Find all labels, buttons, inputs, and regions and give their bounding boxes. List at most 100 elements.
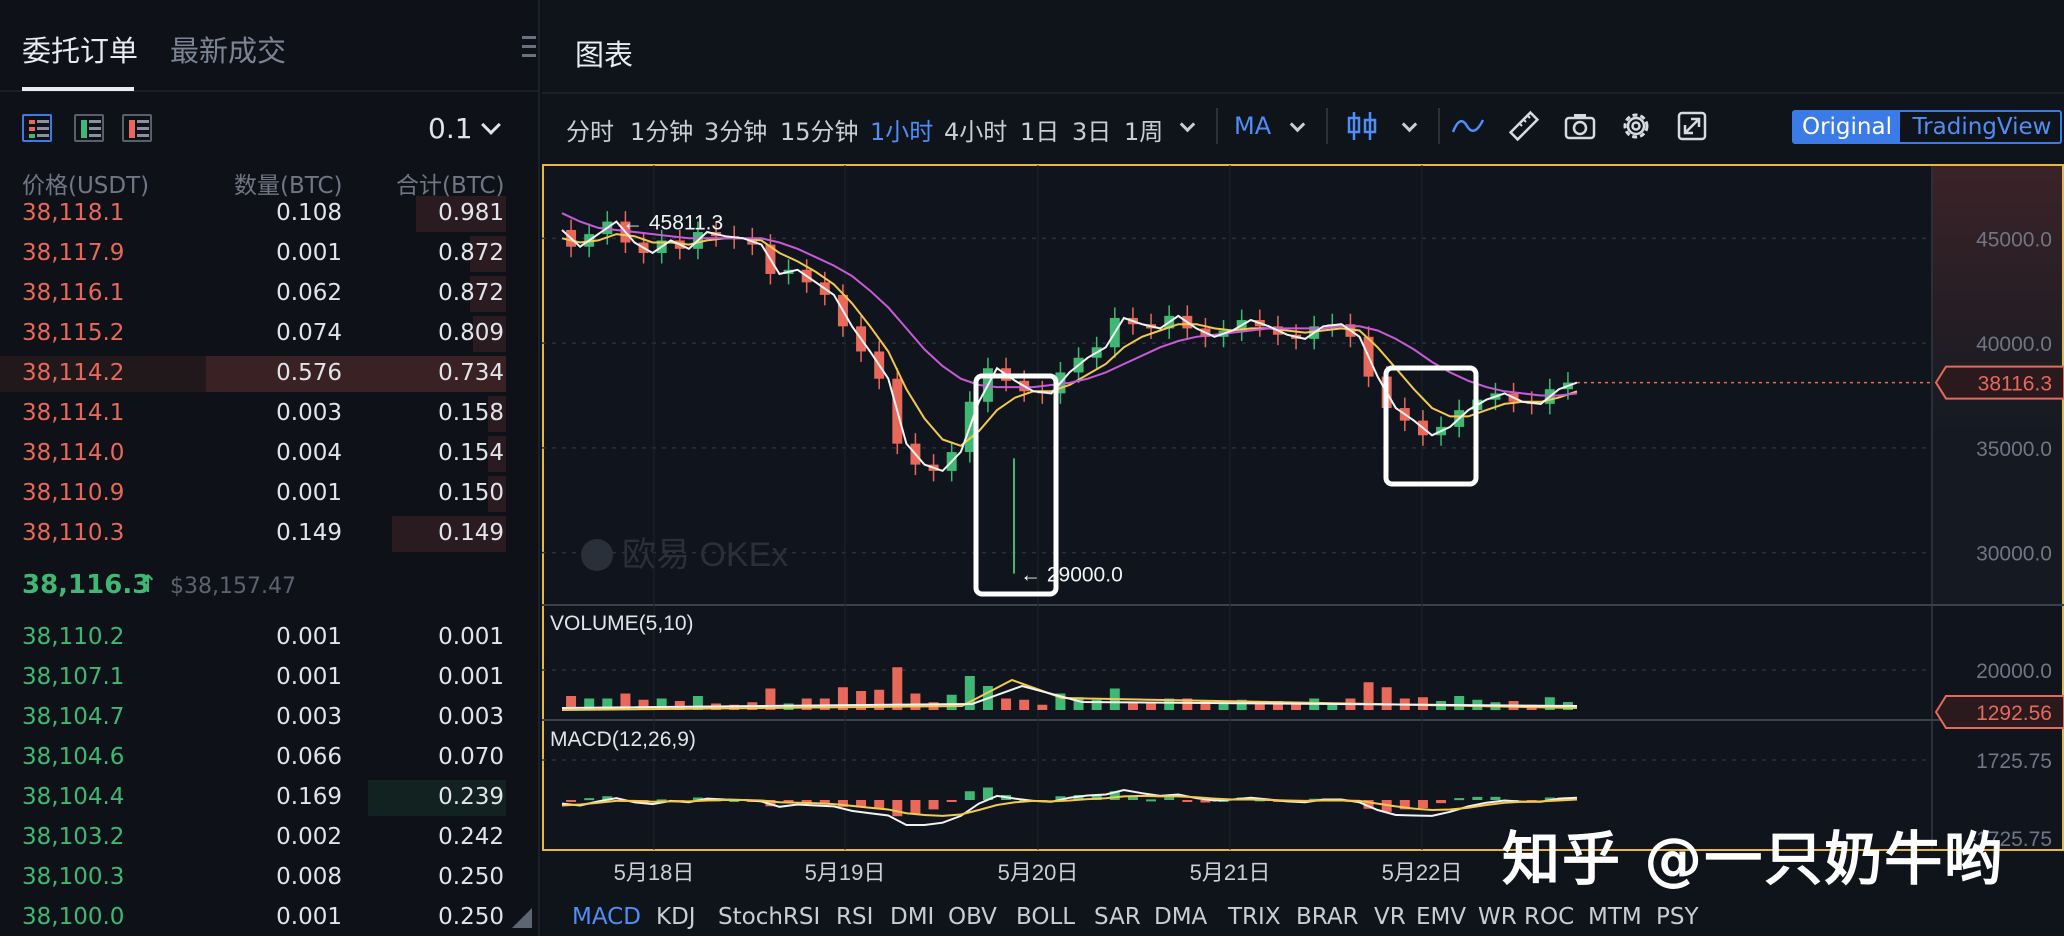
- indicator-tab-mtm[interactable]: MTM: [1588, 904, 1642, 930]
- macd-histogram-bar: [892, 800, 903, 817]
- indicator-tab-vr[interactable]: VR: [1374, 904, 1406, 930]
- x-tick-label: 5月18日: [614, 860, 695, 885]
- indicator-tab-brar[interactable]: BRAR: [1296, 904, 1359, 930]
- price-cell: 38,114.0: [22, 440, 125, 466]
- chart-panel: 图表 分时 1分钟 3分钟 15分钟 1小时 4小时 1日 3日 1周 MA O…: [542, 0, 2064, 936]
- volume-bar: [1146, 703, 1157, 710]
- chevron-down-icon[interactable]: [481, 115, 501, 135]
- macd-histogram-bar: [566, 800, 577, 802]
- indicator-tab-rsi[interactable]: RSI: [836, 904, 873, 930]
- bid-row[interactable]: 38,104.4 0.169 0.239: [0, 778, 506, 818]
- price-cell: 38,114.1: [22, 400, 125, 426]
- both-sides-view-icon[interactable]: [22, 114, 52, 142]
- x-tick-label: 5月22日: [1382, 860, 1463, 885]
- qty-cell: 0.074: [276, 320, 342, 346]
- indicator-tab-wr[interactable]: WR: [1478, 904, 1517, 930]
- macd-histogram-bar: [946, 800, 957, 802]
- macd-histogram-bar: [1472, 796, 1483, 800]
- price-cell: 38,100.3: [22, 864, 125, 890]
- qty-cell: 0.149: [276, 520, 342, 546]
- bid-row[interactable]: 38,104.6 0.066 0.070: [0, 738, 506, 778]
- volume-bar: [910, 693, 921, 710]
- bid-row[interactable]: 38,103.2 0.002 0.242: [0, 818, 506, 858]
- macd-histogram-bar: [1436, 800, 1447, 804]
- price-tick-label: 45000.0: [1976, 228, 2052, 251]
- indicator-tab-psy[interactable]: PSY: [1656, 904, 1699, 930]
- bid-row[interactable]: 38,100.0 0.001 0.250: [0, 898, 506, 936]
- qty-cell: 0.001: [276, 240, 342, 266]
- ask-row[interactable]: 38,118.1 0.108 0.981: [0, 194, 506, 234]
- indicator-tab-dmi[interactable]: DMI: [890, 904, 934, 930]
- bid-row[interactable]: 38,107.1 0.001 0.001: [0, 658, 506, 698]
- qty-cell: 0.066: [276, 744, 342, 770]
- panel-collapse-icon[interactable]: [522, 36, 536, 62]
- total-cell: 0.250: [438, 864, 504, 890]
- total-cell: 0.154: [438, 440, 504, 466]
- volume-bar: [1327, 704, 1338, 710]
- ask-row[interactable]: 38,110.3 0.149 0.149: [0, 514, 506, 554]
- candlestick-chart[interactable]: 45000.0 40000.0 35000.0 30000.0 5月18日 5月19日 5月…: [542, 0, 2064, 900]
- ask-row[interactable]: 38,114.2 0.576 0.734: [0, 354, 506, 394]
- total-cell: 0.734: [438, 360, 504, 386]
- indicator-tab-boll[interactable]: BOLL: [1016, 904, 1075, 930]
- indicator-tab-trix[interactable]: TRIX: [1228, 904, 1281, 930]
- indicator-tab-stochrsi[interactable]: StochRSI: [718, 904, 820, 930]
- volume-bar: [892, 667, 903, 710]
- bid-row[interactable]: 38,100.3 0.008 0.250: [0, 858, 506, 898]
- x-tick-label: 5月21日: [1190, 860, 1271, 885]
- volume-bar: [946, 694, 957, 710]
- indicator-tab-obv[interactable]: OBV: [948, 904, 997, 930]
- bid-row[interactable]: 38,110.2 0.001 0.001: [0, 618, 506, 658]
- total-cell: 0.872: [438, 240, 504, 266]
- price-cell: 38,103.2: [22, 824, 125, 850]
- indicator-tab-emv[interactable]: EMV: [1416, 904, 1466, 930]
- ask-row[interactable]: 38,114.0 0.004 0.154: [0, 434, 506, 474]
- high-annotation: ← 45811.3: [622, 211, 723, 234]
- indicator-tab-kdj[interactable]: KDJ: [656, 904, 696, 930]
- volume-bar: [1001, 698, 1012, 710]
- ask-row[interactable]: 38,110.9 0.001 0.150: [0, 474, 506, 514]
- price-cell: 38,110.3: [22, 520, 125, 546]
- okex-logo-icon: [581, 539, 613, 571]
- ask-row[interactable]: 38,115.2 0.074 0.809: [0, 314, 506, 354]
- active-tab-underline: [22, 87, 134, 91]
- ask-row[interactable]: 38,116.1 0.062 0.872: [0, 274, 506, 314]
- order-book-tabs: 委托订单 最新成交: [0, 0, 538, 92]
- asks-view-icon[interactable]: [122, 114, 152, 142]
- indicator-tab-macd[interactable]: MACD: [572, 904, 641, 930]
- macd-tick-label: 1725.75: [1976, 750, 2052, 773]
- indicator-tab-roc[interactable]: ROC: [1524, 904, 1574, 930]
- volume-bar: [1037, 704, 1048, 710]
- macd-histogram-bar: [910, 800, 921, 814]
- total-cell: 0.149: [438, 520, 504, 546]
- volume-bar: [1363, 682, 1374, 710]
- volume-tick-label: 20000.0: [1976, 660, 2052, 683]
- macd-histogram-bar: [964, 791, 975, 800]
- macd-histogram-bar: [1182, 800, 1193, 802]
- ask-row[interactable]: 38,117.9 0.001 0.872: [0, 234, 506, 274]
- macd-histogram-bar: [928, 800, 939, 810]
- resize-grip-icon[interactable]: [512, 908, 532, 928]
- tab-orders[interactable]: 委托订单: [22, 28, 138, 70]
- macd-histogram-bar: [1454, 798, 1465, 801]
- price-tick-label: 30000.0: [1976, 543, 2052, 566]
- indicator-tab-sar[interactable]: SAR: [1094, 904, 1141, 930]
- total-cell: 0.809: [438, 320, 504, 346]
- indicator-tab-dma[interactable]: DMA: [1154, 904, 1207, 930]
- qty-cell: 0.002: [276, 824, 342, 850]
- qty-cell: 0.169: [276, 784, 342, 810]
- ask-row[interactable]: 38,114.1 0.003 0.158: [0, 394, 506, 434]
- qty-cell: 0.003: [276, 704, 342, 730]
- macd-histogram-bar: [1146, 799, 1157, 802]
- qty-cell: 0.004: [276, 440, 342, 466]
- price-cell: 38,110.2: [22, 624, 125, 650]
- tab-latest-trades[interactable]: 最新成交: [170, 28, 286, 70]
- qty-cell: 0.001: [276, 664, 342, 690]
- bid-row[interactable]: 38,104.7 0.003 0.003: [0, 698, 506, 738]
- price-cell: 38,115.2: [22, 320, 125, 346]
- precision-select[interactable]: 0.1: [428, 112, 473, 145]
- bids-view-icon[interactable]: [74, 114, 104, 142]
- volume-pane-label: VOLUME(5,10): [550, 612, 694, 635]
- total-cell: 0.242: [438, 824, 504, 850]
- price-cell: 38,104.6: [22, 744, 125, 770]
